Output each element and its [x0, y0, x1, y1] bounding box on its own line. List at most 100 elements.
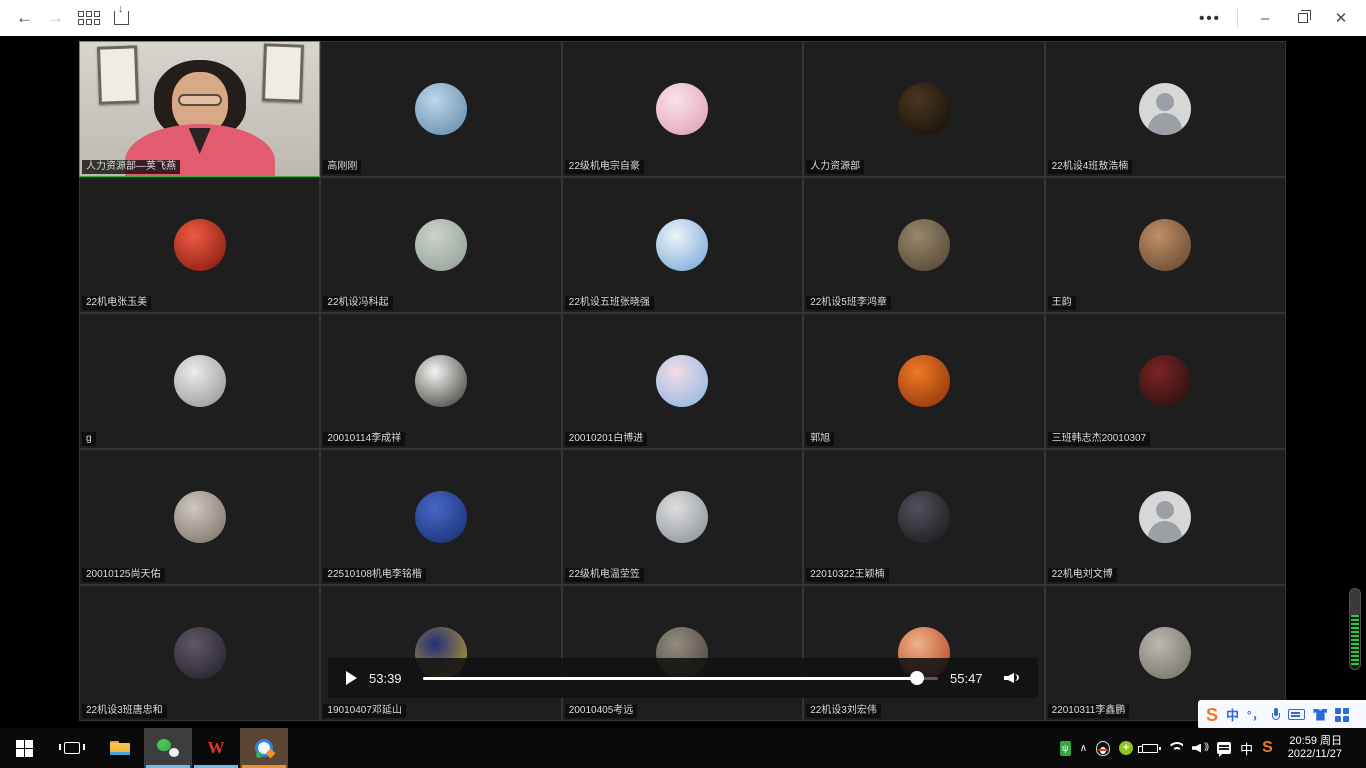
sogou-logo-icon[interactable]: S — [1206, 706, 1218, 724]
participant-tile[interactable]: 19010407邓延山 — [321, 586, 560, 720]
participant-tile[interactable]: 22510108机电李铭楷 — [321, 450, 560, 584]
participant-name: 王韵 — [1048, 296, 1076, 310]
battery-icon[interactable] — [1142, 744, 1158, 753]
play-icon[interactable] — [346, 671, 357, 685]
participant-tile[interactable]: 22级机电宗自豪 — [563, 42, 802, 176]
participant-tile[interactable]: 人力资源部 — [804, 42, 1043, 176]
wechat-icon — [157, 739, 179, 757]
participant-tile[interactable]: 22机设3班唐忠和 — [80, 586, 319, 720]
grid-view-icon[interactable] — [78, 11, 100, 25]
avatar — [174, 491, 226, 543]
wechat-button[interactable] — [144, 728, 192, 768]
avatar — [898, 491, 950, 543]
mic-level-meter[interactable] — [1349, 588, 1361, 670]
meeting-app-button[interactable] — [240, 728, 288, 768]
avatar — [415, 83, 467, 135]
participant-tile[interactable]: 22机设3刘宏伟 — [804, 586, 1043, 720]
titlebar-right: ••• – ✕ — [1193, 3, 1366, 33]
volume-icon[interactable] — [1004, 671, 1020, 685]
clock-time: 20:59 周日 — [1289, 735, 1342, 747]
participant-name: 20010405考远 — [565, 704, 638, 718]
participant-name: 高刚刚 — [323, 160, 361, 174]
participant-name: 22机设冯科起 — [323, 296, 392, 310]
meter-cap — [1350, 589, 1360, 615]
restore-icon[interactable] — [1286, 3, 1320, 33]
mic-icon[interactable] — [1272, 708, 1280, 722]
participant-tile[interactable]: 22机电张玉美 — [80, 178, 319, 312]
participant-tile[interactable]: 郭旭 — [804, 314, 1043, 448]
progress-thumb[interactable] — [910, 671, 924, 685]
input-mode-indicator[interactable]: 中 — [1240, 739, 1253, 758]
participant-name: 人力资源部 — [806, 160, 864, 174]
minimize-icon[interactable]: – — [1248, 3, 1282, 33]
toolbox-icon[interactable] — [1335, 708, 1349, 722]
meter-bars — [1351, 615, 1359, 667]
titlebar: ← → ••• – ✕ — [0, 0, 1366, 36]
speaker-icon[interactable] — [1192, 742, 1208, 755]
avatar — [656, 491, 708, 543]
participant-tile[interactable]: 王韵 — [1046, 178, 1285, 312]
skin-icon[interactable] — [1313, 709, 1327, 721]
participant-tile[interactable]: 22机设五班张晓强 — [563, 178, 802, 312]
participant-name: 19010407邓延山 — [323, 704, 406, 718]
participant-tile[interactable]: 22机设4班敖浩楠 — [1046, 42, 1285, 176]
keyboard-icon[interactable] — [1288, 709, 1305, 720]
avatar — [415, 355, 467, 407]
wps-button[interactable]: W — [192, 728, 240, 768]
participant-name: 22010311李鑫鹏 — [1048, 704, 1130, 718]
avatar — [656, 219, 708, 271]
antivirus-icon[interactable]: + — [1119, 741, 1133, 755]
participant-tile[interactable]: 22机电刘文博 — [1046, 450, 1285, 584]
start-button[interactable] — [0, 728, 48, 768]
participant-tile[interactable]: 三班韩志杰20010307 — [1046, 314, 1285, 448]
participant-tile[interactable]: 20010201白博进 — [563, 314, 802, 448]
participant-tile[interactable]: 22机设5班李鸿章 — [804, 178, 1043, 312]
participant-name: 22010322王颖楠 — [806, 568, 889, 582]
participant-name: 22机设3班唐忠和 — [82, 704, 167, 718]
participant-tile[interactable]: 20010405考远 — [563, 586, 802, 720]
participant-tile[interactable]: 22级机电温茔笠 — [563, 450, 802, 584]
notification-icon[interactable] — [1217, 742, 1231, 754]
avatar — [1139, 627, 1191, 679]
back-icon[interactable]: ← — [16, 8, 33, 28]
participant-tile[interactable]: g — [80, 314, 319, 448]
task-view-button[interactable] — [48, 728, 96, 768]
more-icon[interactable]: ••• — [1193, 3, 1227, 33]
tray-expand-icon[interactable]: ∧ — [1080, 743, 1087, 754]
qq-icon[interactable] — [1096, 741, 1110, 756]
participant-tile[interactable]: 人力资源部—荚飞燕 — [80, 42, 319, 176]
close-icon[interactable]: ✕ — [1324, 3, 1358, 33]
participant-tile[interactable]: 22010322王颖楠 — [804, 450, 1043, 584]
ime-mode-chinese[interactable]: 中 — [1226, 705, 1239, 724]
participant-name: 22机电刘文博 — [1048, 568, 1117, 582]
participant-tile[interactable]: 22机设冯科起 — [321, 178, 560, 312]
progress-filled — [423, 677, 917, 680]
participant-tile[interactable]: 高刚刚 — [321, 42, 560, 176]
wifi-icon[interactable] — [1167, 742, 1183, 754]
clock-date: 2022/11/27 — [1288, 748, 1342, 760]
person-glasses — [178, 94, 222, 106]
video-stage: 人力资源部—荚飞燕 高刚刚 22级机电宗自豪 — [0, 36, 1366, 728]
file-explorer-button[interactable] — [96, 728, 144, 768]
taskbar-clock[interactable]: 20:59 周日 2022/11/27 — [1282, 735, 1348, 761]
participant-name: 22机设4班敖浩楠 — [1048, 160, 1133, 174]
participant-tile[interactable]: 20010114李成祥 — [321, 314, 560, 448]
participant-name: 22机设3刘宏伟 — [806, 704, 881, 718]
progress-track[interactable] — [423, 677, 938, 680]
forward-icon[interactable]: → — [47, 8, 64, 28]
participant-name: g — [82, 432, 96, 446]
sogou-tray-icon[interactable]: S — [1262, 739, 1273, 757]
participant-name: 三班韩志杰20010307 — [1048, 432, 1151, 446]
ime-punctuation[interactable]: °， — [1247, 707, 1264, 723]
avatar — [174, 627, 226, 679]
titlebar-left: ← → — [0, 8, 129, 28]
download-icon[interactable] — [114, 11, 129, 25]
avatar — [1139, 83, 1191, 135]
participant-name: 人力资源部—荚飞燕 — [82, 160, 180, 174]
participant-tile[interactable]: 20010125尚天佑 — [80, 450, 319, 584]
avatar — [656, 83, 708, 135]
usb-device-icon[interactable]: ψ — [1060, 741, 1071, 756]
participant-name: 20010125尚天佑 — [82, 568, 165, 582]
wall-frame — [97, 45, 139, 104]
participant-name: 20010201白博进 — [565, 432, 648, 446]
